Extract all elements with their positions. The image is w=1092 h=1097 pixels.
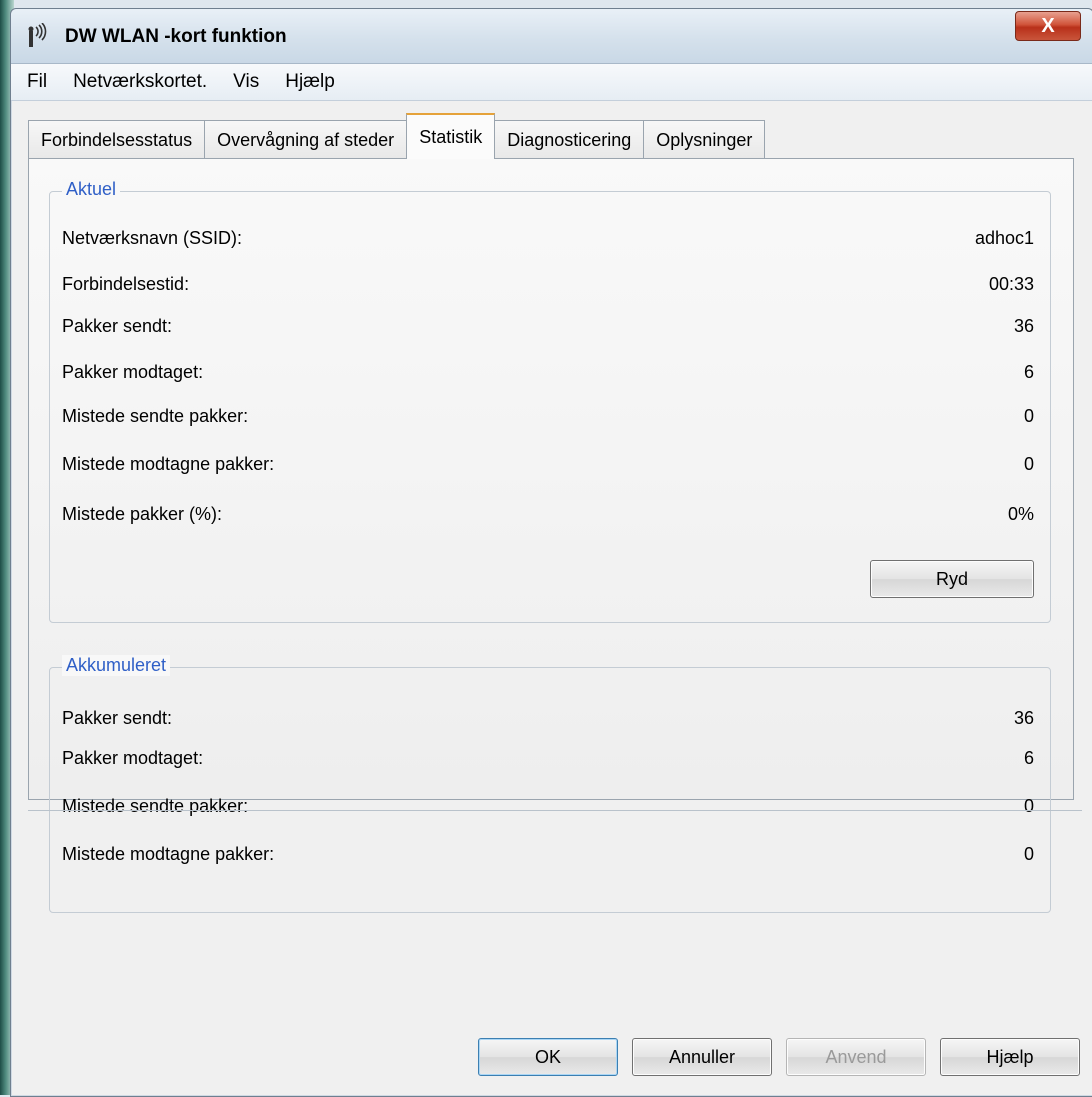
current-row-lost-sent: Mistede sendte pakker: 0 — [62, 406, 1034, 432]
cancel-button[interactable]: Annuller — [632, 1038, 772, 1076]
current-row-connection-time: Forbindelsestid: 00:33 — [62, 274, 1034, 300]
ok-button[interactable]: OK — [478, 1038, 618, 1076]
menu-bar: Fil Netværkskortet. Vis Hjælp — [11, 64, 1092, 101]
acc-packets-sent-value: 36 — [1013, 708, 1034, 728]
window-title: DW WLAN -kort funktion — [65, 26, 287, 47]
current-row-packets-received: Pakker modtaget: 6 — [62, 362, 1034, 388]
ssid-value: adhoc1 — [974, 228, 1034, 248]
menu-adapter[interactable]: Netværkskortet. — [73, 71, 207, 93]
lost-sent-label: Mistede sendte pakker: — [62, 406, 249, 426]
accumulated-group: Akkumuleret Pakker sendt: 36 Pakker modt… — [49, 655, 1051, 913]
current-group: Aktuel Netværksnavn (SSID): adhoc1 Forbi… — [49, 179, 1051, 623]
connection-time-label: Forbindelsestid: — [62, 274, 190, 294]
tab-connection-status[interactable]: Forbindelsesstatus — [28, 120, 206, 159]
current-row-ssid: Netværksnavn (SSID): adhoc1 — [62, 228, 1034, 254]
acc-packets-sent-label: Pakker sendt: — [62, 708, 173, 728]
acc-lost-sent-label: Mistede sendte pakker: — [62, 796, 249, 816]
packets-received-value: 6 — [1023, 362, 1034, 382]
lost-received-label: Mistede modtagne pakker: — [62, 454, 275, 474]
clear-button[interactable]: Ryd — [870, 560, 1034, 598]
lost-percent-value: 0% — [1007, 504, 1034, 524]
menu-file[interactable]: Fil — [27, 71, 47, 93]
current-legend: Aktuel — [62, 179, 121, 200]
tab-diagnostics[interactable]: Diagnosticering — [494, 120, 645, 159]
lost-percent-label: Mistede pakker (%): — [62, 504, 223, 524]
wireless-signal-icon — [23, 22, 49, 49]
accumulated-row-packets-sent: Pakker sendt: 36 — [62, 708, 1034, 734]
accumulated-row-lost-sent: Mistede sendte pakker: 0 — [62, 796, 1034, 822]
menu-help[interactable]: Hjælp — [285, 71, 335, 93]
packets-sent-value: 36 — [1013, 316, 1034, 336]
accumulated-row-lost-received: Mistede modtagne pakker: 0 — [62, 844, 1034, 870]
close-button[interactable]: X — [1015, 11, 1081, 41]
tab-statistics[interactable]: Statistik — [406, 113, 496, 159]
connection-time-value: 00:33 — [988, 274, 1034, 294]
current-row-lost-received: Mistede modtagne pakker: 0 — [62, 454, 1034, 480]
acc-lost-received-value: 0 — [1023, 844, 1034, 864]
acc-packets-received-label: Pakker modtaget: — [62, 748, 204, 768]
ssid-label: Netværksnavn (SSID): — [62, 228, 243, 248]
accumulated-row-packets-received: Pakker modtaget: 6 — [62, 748, 1034, 774]
acc-lost-sent-value: 0 — [1023, 796, 1034, 816]
tab-information[interactable]: Oplysninger — [643, 120, 766, 159]
current-row-lost-percent: Mistede pakker (%): 0% — [62, 504, 1034, 530]
help-button[interactable]: Hjælp — [940, 1038, 1080, 1076]
packets-received-label: Pakker modtaget: — [62, 362, 204, 382]
title-bar[interactable]: DW WLAN -kort funktion X — [11, 9, 1092, 64]
acc-lost-received-label: Mistede modtagne pakker: — [62, 844, 275, 864]
lost-received-value: 0 — [1023, 454, 1034, 474]
menu-view[interactable]: Vis — [233, 71, 259, 93]
apply-button[interactable]: Anvend — [786, 1038, 926, 1076]
current-row-packets-sent: Pakker sendt: 36 — [62, 316, 1034, 342]
tab-site-monitor[interactable]: Overvågning af steder — [204, 120, 408, 159]
acc-packets-received-value: 6 — [1023, 748, 1034, 768]
lost-sent-value: 0 — [1023, 406, 1034, 426]
close-icon: X — [1041, 14, 1055, 37]
button-area-divider — [28, 810, 1082, 811]
tab-strip: Forbindelsesstatus Overvågning af steder… — [28, 113, 766, 159]
statistics-panel: Aktuel Netværksnavn (SSID): adhoc1 Forbi… — [28, 158, 1074, 913]
accumulated-legend: Akkumuleret — [62, 655, 171, 676]
packets-sent-label: Pakker sendt: — [62, 316, 173, 336]
